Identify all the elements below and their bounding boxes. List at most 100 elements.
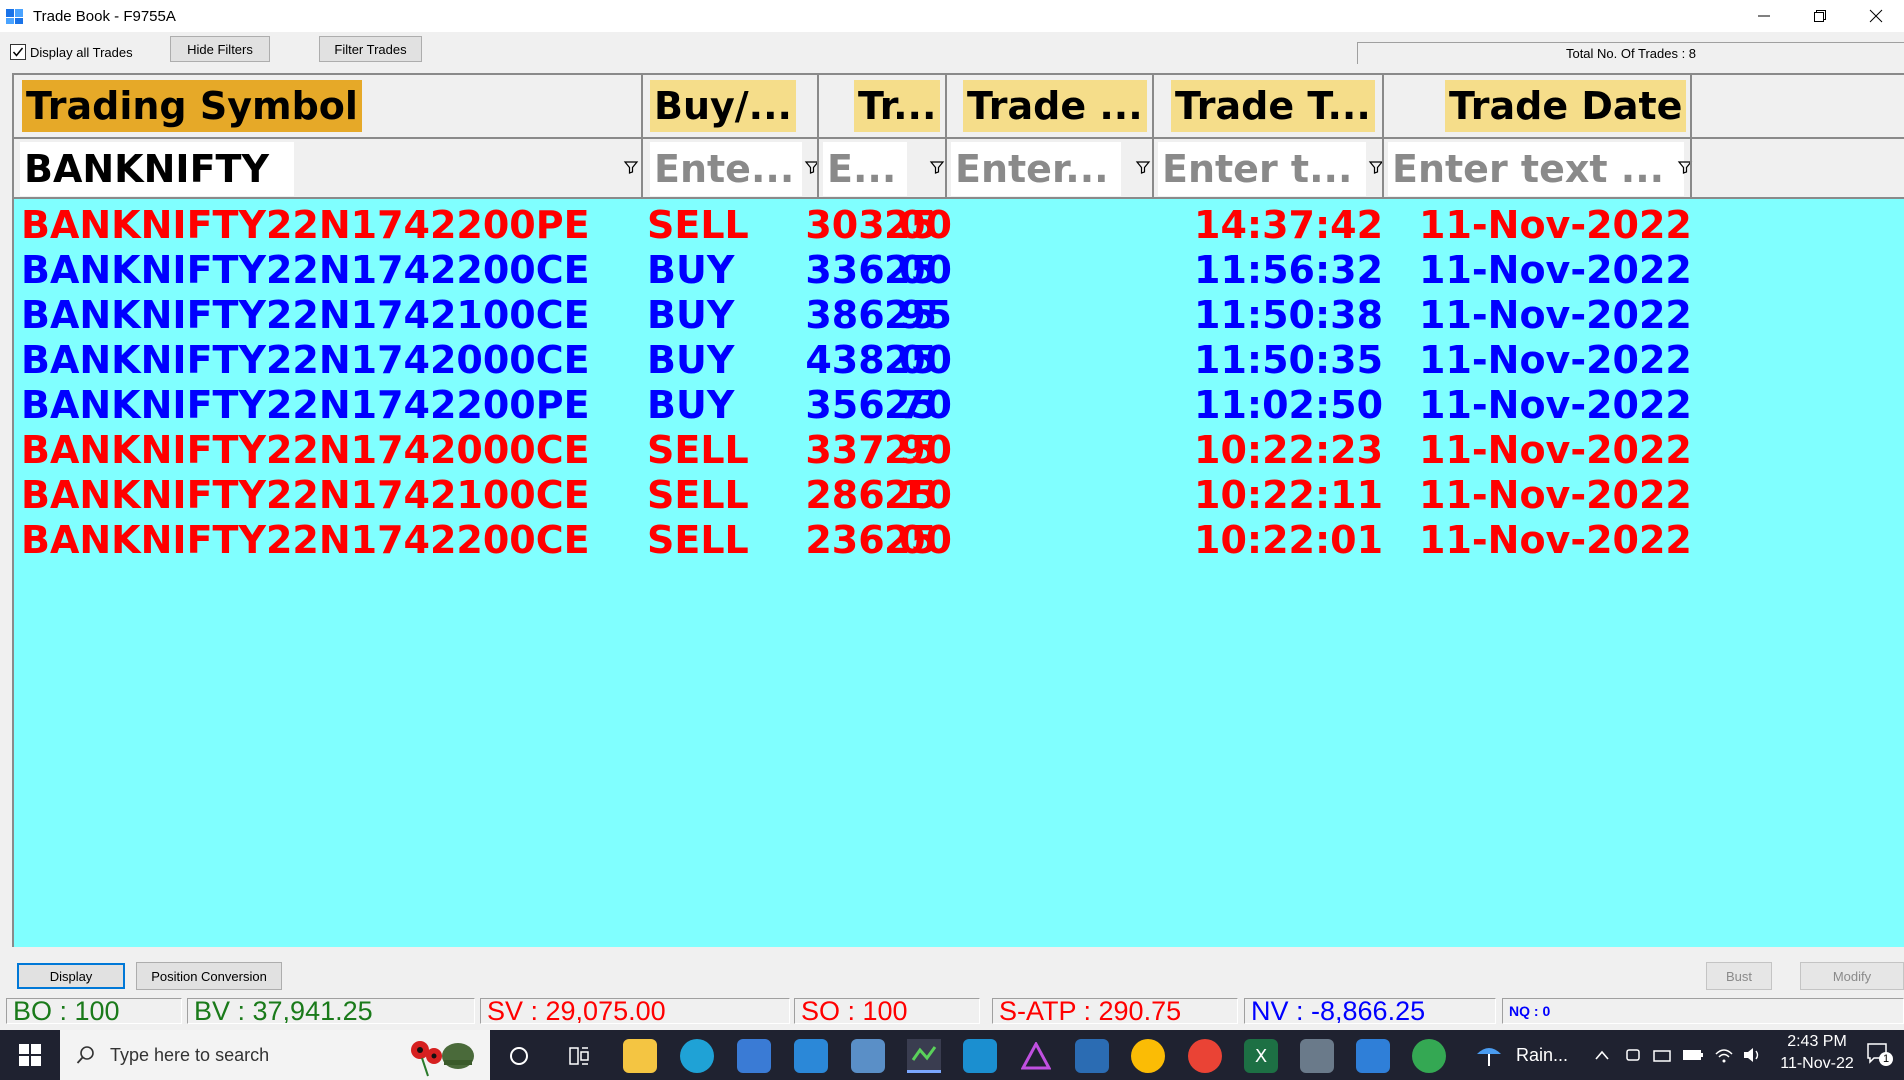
trade-grid[interactable]: Trading Symbol Buy/... Tr... Trade ... T… bbox=[12, 73, 1904, 947]
toolbar: Display all Trades Hide Filters Filter T… bbox=[0, 34, 1904, 68]
table-row[interactable]: BANKNIFTY22N1742200PE BUY 25 356.70 11:02:50… bbox=[14, 383, 1904, 428]
status-bar: BO : 100 BV : 37,941.25 SV : 29,075.00 S… bbox=[0, 997, 1904, 1025]
meet-now-icon[interactable] bbox=[1624, 1046, 1642, 1064]
battery-icon[interactable] bbox=[1682, 1048, 1704, 1062]
file-explorer-icon[interactable] bbox=[623, 1039, 657, 1073]
remote-desktop-icon[interactable] bbox=[851, 1039, 885, 1073]
close-button[interactable] bbox=[1848, 0, 1904, 32]
window-title: Trade Book - F9755A bbox=[33, 7, 176, 25]
column-header-trade-time[interactable]: Trade T... bbox=[1171, 80, 1375, 132]
cell-buy-sell: SELL bbox=[647, 473, 749, 517]
close-icon bbox=[1869, 9, 1883, 23]
cell-trade-price: 286.10 bbox=[805, 473, 952, 517]
app-window-icon[interactable] bbox=[1075, 1039, 1109, 1073]
table-row[interactable]: BANKNIFTY22N1742200CE BUY 25 336.00 11:56:32… bbox=[14, 248, 1904, 293]
cell-trade-date: 11-Nov-2022 bbox=[1419, 203, 1692, 247]
column-divider[interactable] bbox=[1382, 75, 1384, 199]
column-divider[interactable] bbox=[1690, 75, 1692, 199]
wifi-icon[interactable] bbox=[1714, 1046, 1734, 1064]
weather-label[interactable]: Rain... bbox=[1516, 1045, 1568, 1066]
snipping-tool-icon[interactable] bbox=[963, 1039, 997, 1073]
filter-funnel-icon[interactable] bbox=[623, 159, 639, 175]
minimize-button[interactable] bbox=[1736, 0, 1792, 32]
microsoft-store-icon[interactable] bbox=[737, 1039, 771, 1073]
filter-input-trade-time[interactable]: Enter t... bbox=[1158, 142, 1366, 196]
bust-button[interactable]: Bust bbox=[1706, 962, 1772, 990]
chrome-profile-d-icon[interactable] bbox=[1131, 1039, 1165, 1073]
cell-trading-symbol: BANKNIFTY22N1742200CE bbox=[21, 518, 590, 562]
display-all-trades-checkbox[interactable]: Display all Trades bbox=[10, 44, 133, 60]
filter-input-trade-qty[interactable]: E... bbox=[823, 142, 907, 196]
cell-buy-sell: BUY bbox=[647, 383, 735, 427]
cell-trading-symbol: BANKNIFTY22N1742100CE bbox=[21, 473, 590, 517]
chrome-profile-icon[interactable] bbox=[1188, 1039, 1222, 1073]
cell-trade-date: 11-Nov-2022 bbox=[1419, 383, 1692, 427]
table-row[interactable]: BANKNIFTY22N1742000CE SELL 25 337.90 10:22:2… bbox=[14, 428, 1904, 473]
cell-trade-price: 336.00 bbox=[805, 248, 952, 292]
clock-date[interactable]: 11-Nov-22 bbox=[1778, 1055, 1856, 1073]
filter-input-trade-price[interactable]: Enter... bbox=[951, 142, 1121, 196]
modify-button[interactable]: Modify bbox=[1800, 962, 1904, 990]
column-header-trade-date[interactable]: Trade Date bbox=[1445, 80, 1687, 132]
notification-count-badge: 1 bbox=[1879, 1052, 1893, 1066]
cell-trade-date: 11-Nov-2022 bbox=[1419, 428, 1692, 472]
status-s-atp: S-ATP : 290.75 bbox=[992, 998, 1238, 1024]
cell-trade-time: 10:22:11 bbox=[1194, 473, 1384, 517]
cell-trade-time: 10:22:23 bbox=[1194, 428, 1384, 472]
cell-trade-date: 11-Nov-2022 bbox=[1419, 248, 1692, 292]
calculator-icon[interactable] bbox=[1300, 1039, 1334, 1073]
taskbar-search-box[interactable]: Type here to search bbox=[60, 1030, 490, 1080]
column-header-trading-symbol[interactable]: Trading Symbol bbox=[22, 80, 362, 132]
column-divider[interactable] bbox=[641, 75, 643, 199]
start-button[interactable] bbox=[0, 1030, 60, 1080]
cortana-icon[interactable] bbox=[502, 1039, 536, 1073]
filter-input-buy-sell[interactable]: Ente... bbox=[650, 142, 802, 196]
cell-trade-time: 10:22:01 bbox=[1194, 518, 1384, 562]
taskbar: Type here to search X Rain... 2:43 PM 11… bbox=[0, 1030, 1904, 1080]
display-button[interactable]: Display bbox=[17, 963, 125, 989]
table-row[interactable]: BANKNIFTY22N1742000CE BUY 25 438.00 11:50:35… bbox=[14, 338, 1904, 383]
photos-icon[interactable] bbox=[1356, 1039, 1390, 1073]
cell-trade-price: 356.70 bbox=[805, 383, 952, 427]
volume-icon[interactable] bbox=[1742, 1046, 1762, 1064]
filter-trades-button[interactable]: Filter Trades bbox=[319, 36, 422, 62]
checkbox-box[interactable] bbox=[10, 44, 26, 60]
excel-icon[interactable]: X bbox=[1244, 1039, 1278, 1073]
column-header-trade-price[interactable]: Trade ... bbox=[963, 80, 1147, 132]
table-row[interactable]: BANKNIFTY22N1742200CE SELL 25 236.00 10:22:0… bbox=[14, 518, 1904, 563]
mail-icon[interactable] bbox=[794, 1039, 828, 1073]
table-row[interactable]: BANKNIFTY22N1742100CE BUY 25 386.95 11:50:38… bbox=[14, 293, 1904, 338]
table-row[interactable]: BANKNIFTY22N1742200PE SELL 25 303.00 14:37:4… bbox=[14, 203, 1904, 248]
notification-center-button[interactable]: 1 bbox=[1866, 1042, 1893, 1068]
cell-trade-date: 11-Nov-2022 bbox=[1419, 338, 1692, 382]
filter-funnel-icon[interactable] bbox=[1135, 159, 1151, 175]
poppy-helmet-icon[interactable] bbox=[400, 1034, 480, 1078]
filter-input-trade-date[interactable]: Enter text ... bbox=[1388, 142, 1684, 196]
onedrive-icon[interactable] bbox=[1652, 1046, 1672, 1064]
weather-rain-icon[interactable] bbox=[1474, 1042, 1504, 1070]
chrome-profile-l-icon[interactable] bbox=[1412, 1039, 1446, 1073]
task-view-icon[interactable] bbox=[562, 1039, 596, 1073]
trading-terminal-icon[interactable] bbox=[907, 1039, 941, 1073]
column-header-buy-sell[interactable]: Buy/... bbox=[650, 80, 796, 132]
edge-browser-icon[interactable] bbox=[680, 1039, 714, 1073]
clock-time[interactable]: 2:43 PM bbox=[1784, 1033, 1850, 1051]
column-divider[interactable] bbox=[817, 75, 819, 199]
position-conversion-button[interactable]: Position Conversion bbox=[136, 962, 282, 990]
title-bar: Trade Book - F9755A bbox=[0, 0, 1904, 32]
affinity-icon[interactable] bbox=[1019, 1039, 1053, 1073]
cell-trade-date: 11-Nov-2022 bbox=[1419, 293, 1692, 337]
column-divider[interactable] bbox=[945, 75, 947, 199]
filter-input-trading-symbol[interactable]: BANKNIFTY bbox=[20, 142, 294, 196]
chevron-up-icon[interactable] bbox=[1594, 1049, 1610, 1061]
cell-buy-sell: SELL bbox=[647, 518, 749, 562]
restore-button[interactable] bbox=[1792, 0, 1848, 32]
filter-funnel-icon[interactable] bbox=[929, 159, 945, 175]
table-row[interactable]: BANKNIFTY22N1742100CE SELL 25 286.10 10:22:1… bbox=[14, 473, 1904, 518]
hide-filters-button[interactable]: Hide Filters bbox=[170, 36, 270, 62]
column-divider[interactable] bbox=[1152, 75, 1154, 199]
column-header-trade-qty[interactable]: Tr... bbox=[854, 80, 941, 132]
cell-trade-time: 14:37:42 bbox=[1194, 203, 1384, 247]
cell-buy-sell: SELL bbox=[647, 428, 749, 472]
cell-trade-time: 11:02:50 bbox=[1194, 383, 1384, 427]
